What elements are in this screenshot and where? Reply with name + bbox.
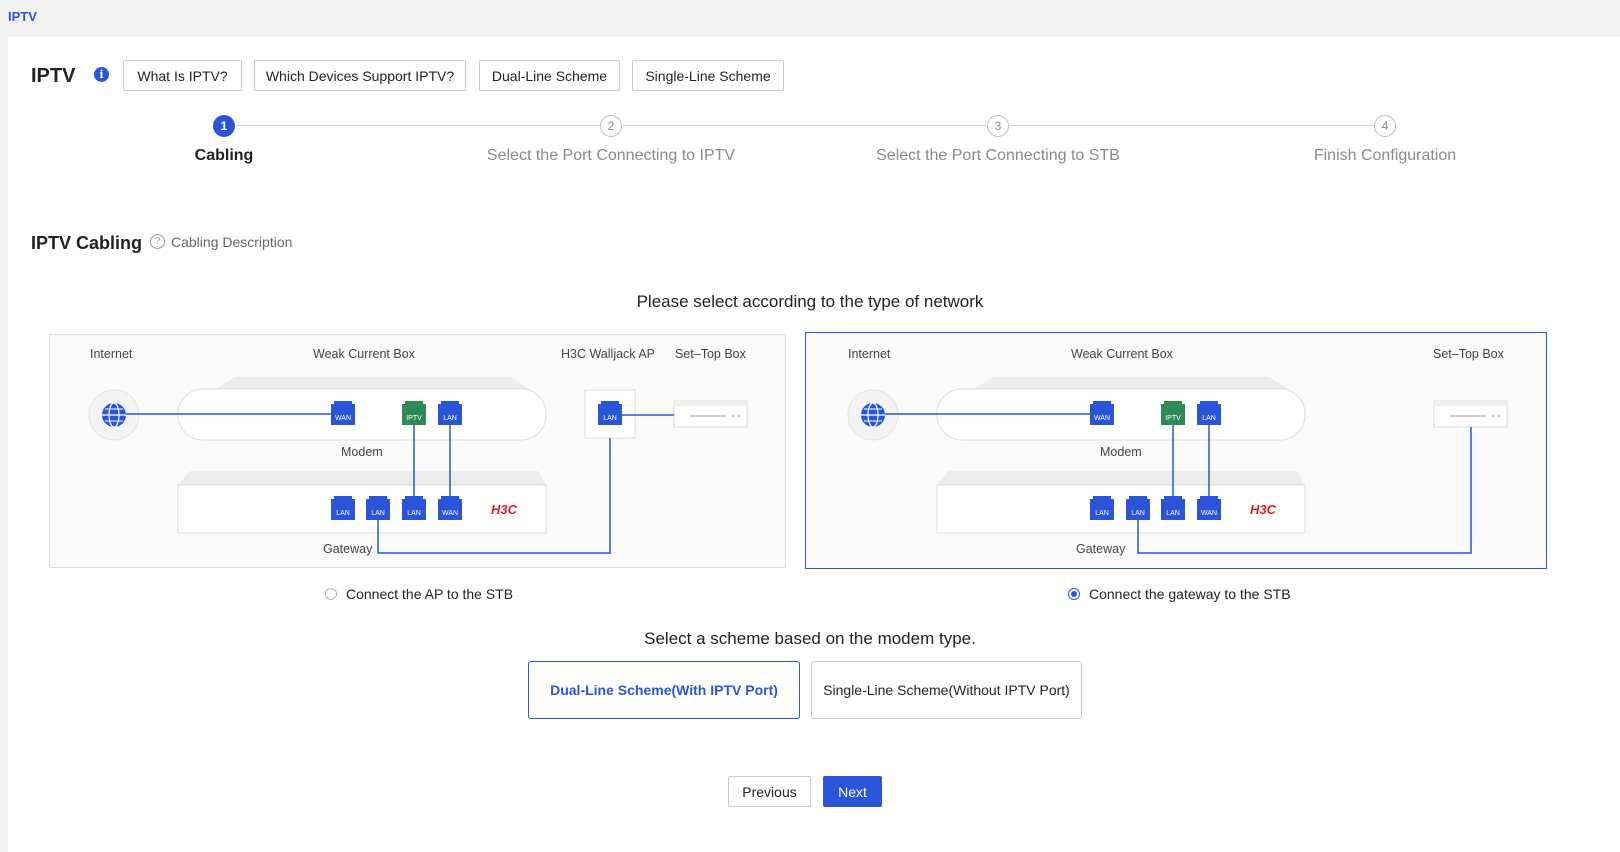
modem-iptv-port: IPTV: [1161, 401, 1185, 425]
gateway-wan-port: WAN: [1197, 496, 1221, 520]
info-icon[interactable]: i: [94, 67, 109, 82]
port-label: WAN: [1094, 415, 1110, 422]
port-label: LAN: [443, 415, 457, 422]
diagram-gateway-to-stb[interactable]: Internet Weak Current Box Set–Top Box Mo…: [805, 332, 1547, 569]
dual-line-scheme-option[interactable]: Dual-Line Scheme(With IPTV Port): [528, 661, 800, 719]
previous-button[interactable]: Previous: [728, 776, 811, 807]
internet-label: Internet: [848, 347, 891, 361]
breadcrumb[interactable]: IPTV: [8, 9, 37, 24]
step-3-label: Select the Port Connecting to STB: [876, 147, 1120, 164]
port-label: LAN: [371, 510, 385, 517]
modem-device: [936, 377, 1306, 441]
step-4-label: Finish Configuration: [1313, 147, 1457, 164]
gateway-to-stb-radio[interactable]: [1068, 588, 1080, 600]
step-4-indicator: 4: [1374, 115, 1396, 137]
port-label: IPTV: [1165, 415, 1181, 422]
h3c-logo: H3C: [491, 502, 518, 517]
step-3-indicator: 3: [987, 115, 1009, 137]
internet-label: Internet: [90, 347, 133, 361]
ap-lan-port: LAN: [598, 401, 622, 425]
step-connector: [623, 125, 986, 126]
ap-to-stb-label: Connect the AP to the STB: [346, 586, 514, 602]
step-1-label: Cabling: [194, 147, 254, 164]
modem-lan-port: LAN: [438, 401, 462, 425]
dual-line-scheme-button[interactable]: Dual-Line Scheme: [479, 60, 620, 91]
step-2-indicator: 2: [600, 115, 622, 137]
port-label: LAN: [603, 415, 617, 422]
step-connector: [1010, 125, 1373, 126]
gateway-lan-port: LAN: [366, 496, 390, 520]
diagram-ap-to-stb[interactable]: Internet Weak Current Box H3C Walljack A…: [49, 334, 786, 568]
globe-icon: [847, 389, 899, 441]
weak-box-label: Weak Current Box: [1071, 347, 1174, 361]
port-label: LAN: [1095, 510, 1109, 517]
port-label: LAN: [407, 510, 421, 517]
option-ap-to-stb[interactable]: Connect the AP to the STB: [325, 586, 513, 602]
next-button[interactable]: Next: [823, 776, 882, 807]
ap-label: H3C Walljack AP: [561, 347, 655, 361]
gateway-label: Gateway: [1076, 542, 1126, 556]
weak-box-label: Weak Current Box: [313, 347, 416, 361]
modem-wan-port: WAN: [331, 401, 355, 425]
port-label: LAN: [1202, 415, 1216, 422]
gateway-lan-port: LAN: [1090, 496, 1114, 520]
port-label: IPTV: [406, 415, 422, 422]
globe-icon: [88, 389, 140, 441]
ap-to-stb-radio[interactable]: [325, 588, 337, 600]
port-label: LAN: [336, 510, 350, 517]
h3c-logo: H3C: [1250, 502, 1277, 517]
what-is-iptv-button[interactable]: What Is IPTV?: [123, 60, 242, 91]
modem-label: Modem: [341, 445, 383, 459]
port-label: LAN: [1131, 510, 1145, 517]
stb-device: [1433, 400, 1508, 428]
gateway-to-stb-label: Connect the gateway to the STB: [1089, 586, 1291, 602]
modem-device: [177, 377, 547, 441]
gateway-label: Gateway: [323, 542, 373, 556]
step-connector: [236, 125, 599, 126]
gateway-lan-port: LAN: [1126, 496, 1150, 520]
stb-label: Set–Top Box: [675, 347, 747, 361]
stb-label: Set–Top Box: [1433, 347, 1505, 361]
modem-label: Modem: [1100, 445, 1142, 459]
diagram-ap-canvas: Internet Weak Current Box H3C Walljack A…: [88, 347, 748, 556]
network-prompt: Please select according to the type of n…: [636, 292, 984, 311]
gateway-lan-port: LAN: [1161, 496, 1185, 520]
single-line-scheme-option[interactable]: Single-Line Scheme(Without IPTV Port): [811, 661, 1082, 719]
gateway-lan-port: LAN: [331, 496, 355, 520]
gateway-lan-port: LAN: [402, 496, 426, 520]
gateway-wan-port: WAN: [438, 496, 462, 520]
page-title: IPTV: [31, 65, 76, 87]
stb-device: [673, 400, 748, 428]
modem-wan-port: WAN: [1090, 401, 1114, 425]
single-line-scheme-button[interactable]: Single-Line Scheme: [632, 60, 784, 91]
modem-lan-port: LAN: [1197, 401, 1221, 425]
step-2-label: Select the Port Connecting to IPTV: [486, 147, 736, 164]
section-title: IPTV Cabling: [31, 233, 143, 253]
option-gateway-to-stb[interactable]: Connect the gateway to the STB: [1068, 586, 1291, 602]
question-icon[interactable]: ?: [150, 234, 165, 249]
top-bar: IPTV: [0, 0, 1620, 37]
port-label: WAN: [335, 415, 351, 422]
supported-devices-button[interactable]: Which Devices Support IPTV?: [254, 60, 466, 91]
scheme-prompt: Select a scheme based on the modem type.: [644, 629, 976, 648]
modem-iptv-port: IPTV: [402, 401, 426, 425]
cabling-description-link[interactable]: Cabling Description: [171, 234, 292, 250]
port-label: WAN: [442, 510, 458, 517]
port-label: WAN: [1201, 510, 1217, 517]
step-1-indicator: 1: [213, 115, 235, 137]
diagram-gateway-canvas: Internet Weak Current Box Set–Top Box Mo…: [847, 347, 1508, 556]
port-label: LAN: [1166, 510, 1180, 517]
